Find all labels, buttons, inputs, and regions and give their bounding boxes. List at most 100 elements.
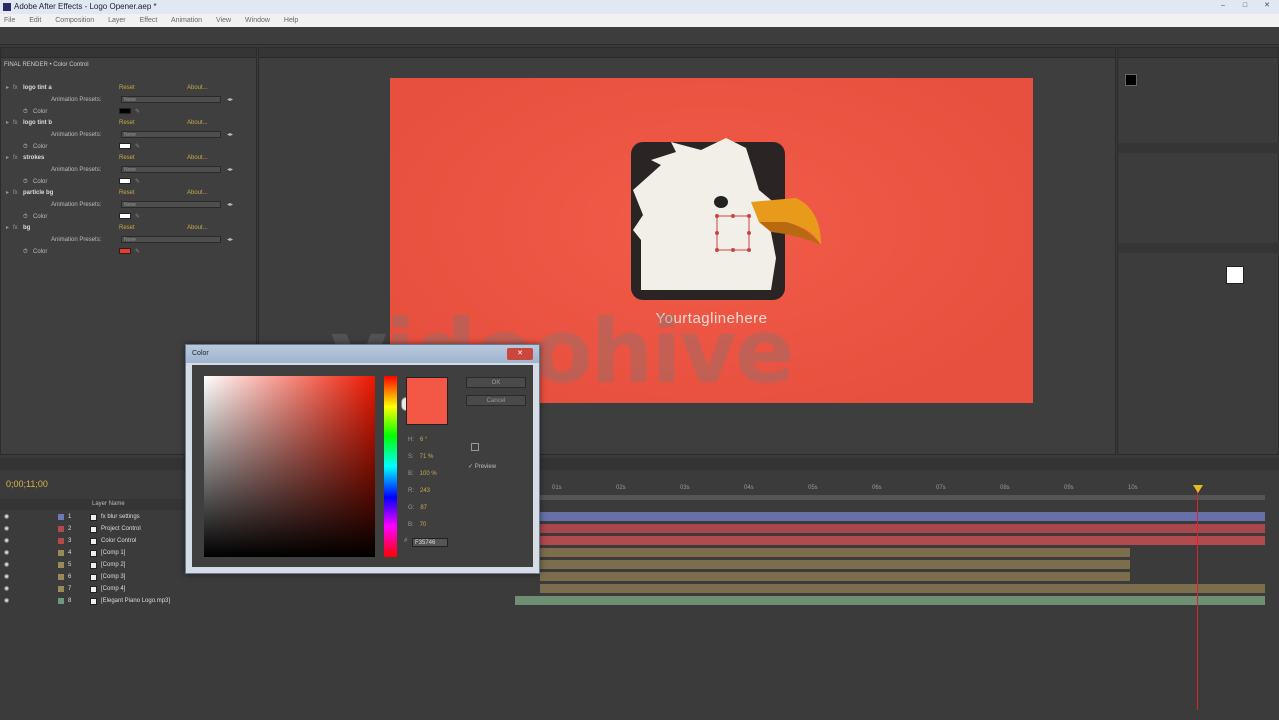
preset-nav-arrows-icon[interactable]: ◂▸ [227, 199, 233, 211]
effect-reset-link[interactable]: Reset [119, 117, 135, 129]
layer-label-color[interactable] [58, 598, 64, 604]
stopwatch-icon[interactable]: ⏱ [23, 246, 28, 258]
visibility-eye-icon[interactable]: ◉ [4, 523, 9, 535]
animation-presets-dropdown[interactable]: None [121, 166, 221, 173]
effect-about-link[interactable]: About... [187, 222, 208, 234]
close-button[interactable]: ✕ [1259, 1, 1275, 11]
preset-nav-arrows-icon[interactable]: ◂▸ [227, 234, 233, 246]
character-panel-header[interactable] [1118, 243, 1279, 253]
eyedropper-icon[interactable] [471, 443, 479, 451]
visibility-eye-icon[interactable]: ◉ [4, 583, 9, 595]
layer-label-color[interactable] [58, 562, 64, 568]
animation-presets-dropdown[interactable]: None [121, 201, 221, 208]
color-field-value[interactable]: 87 [420, 505, 427, 511]
effect-about-link[interactable]: About... [187, 152, 208, 164]
dialog-close-button[interactable]: ✕ [507, 348, 533, 360]
layer-name[interactable]: [Comp 2] [101, 559, 125, 571]
eyedropper-icon[interactable]: ✎ [135, 246, 140, 258]
effect-reset-link[interactable]: Reset [119, 187, 135, 199]
eagle-logo[interactable] [631, 138, 821, 300]
layer-label-color[interactable] [58, 550, 64, 556]
visibility-eye-icon[interactable]: ◉ [4, 535, 9, 547]
menu-view[interactable]: View [216, 17, 231, 24]
layer-label-color[interactable] [58, 514, 64, 520]
color-field-value[interactable]: 100 % [420, 471, 437, 477]
effect-reset-link[interactable]: Reset [119, 152, 135, 164]
menu-animation[interactable]: Animation [171, 17, 202, 24]
layer-name[interactable]: [Elegant Piano Logo.mp3] [101, 595, 170, 607]
expand-triangle-icon[interactable]: ▸ [6, 117, 9, 129]
character-fill-swatch[interactable] [1226, 266, 1244, 284]
fx-toggle-icon[interactable]: fx [13, 82, 18, 94]
animation-presets-dropdown[interactable]: None [121, 131, 221, 138]
layer-duration-bar[interactable] [540, 584, 1265, 593]
visibility-eye-icon[interactable]: ◉ [4, 547, 9, 559]
panel-tab-bar[interactable] [1, 48, 256, 58]
fx-toggle-icon[interactable]: fx [13, 117, 18, 129]
effect-about-link[interactable]: About... [187, 117, 208, 129]
menu-help[interactable]: Help [284, 17, 298, 24]
layer-duration-bar[interactable] [540, 536, 1265, 545]
timeline-layer-row[interactable]: ◉ 8 [Elegant Piano Logo.mp3] [0, 595, 490, 607]
color-value-field[interactable]: G: 87 [408, 505, 427, 511]
effect-about-link[interactable]: About... [187, 82, 208, 94]
composition-tab-bar[interactable] [259, 48, 1115, 58]
menu-layer[interactable]: Layer [108, 17, 126, 24]
menu-composition[interactable]: Composition [55, 17, 94, 24]
preset-nav-arrows-icon[interactable]: ◂▸ [227, 129, 233, 141]
saturation-brightness-field[interactable] [204, 376, 375, 557]
animation-presets-dropdown[interactable]: None [121, 236, 221, 243]
visibility-eye-icon[interactable]: ◉ [4, 571, 9, 583]
tools-toolbar[interactable] [0, 27, 1279, 45]
effect-header-row[interactable]: ▸ fx logo tint b Reset About... [1, 117, 256, 129]
layer-name[interactable]: [Comp 1] [101, 547, 125, 559]
color-value-field[interactable]: S: 71 % [408, 454, 433, 460]
fx-toggle-icon[interactable]: fx [13, 222, 18, 234]
menu-file[interactable]: File [4, 17, 15, 24]
layer-name[interactable]: Color Control [101, 535, 136, 547]
preset-nav-arrows-icon[interactable]: ◂▸ [227, 94, 233, 106]
ok-button[interactable]: OK [466, 377, 526, 388]
color-field-value[interactable]: 71 % [420, 454, 434, 460]
timeline-layer-row[interactable]: ◉ 7 [Comp 4] [0, 583, 490, 595]
animation-presets-dropdown[interactable]: None [121, 96, 221, 103]
visibility-eye-icon[interactable]: ◉ [4, 559, 9, 571]
layer-label-color[interactable] [58, 538, 64, 544]
color-field-value[interactable]: 243 [420, 488, 430, 494]
fill-color-swatch[interactable] [1125, 74, 1137, 86]
layer-duration-bar[interactable] [540, 548, 1130, 557]
color-value-field[interactable]: B: 100 % [408, 471, 437, 477]
visibility-eye-icon[interactable]: ◉ [4, 511, 9, 523]
color-field-value[interactable]: 6 ° [420, 437, 427, 443]
color-swatch[interactable] [119, 246, 131, 258]
work-area-bar[interactable] [540, 495, 1265, 500]
menu-effect[interactable]: Effect [140, 17, 158, 24]
layer-duration-bar[interactable] [515, 596, 1265, 605]
layer-name[interactable]: fx blur settings [101, 511, 140, 523]
fx-toggle-icon[interactable]: fx [13, 187, 18, 199]
effect-header-row[interactable]: ▸ fx strokes Reset About... [1, 152, 256, 164]
expand-triangle-icon[interactable]: ▸ [6, 222, 9, 234]
effect-about-link[interactable]: About... [187, 187, 208, 199]
menu-window[interactable]: Window [245, 17, 270, 24]
color-value-field[interactable]: B: 70 [408, 522, 426, 528]
effect-reset-link[interactable]: Reset [119, 222, 135, 234]
fx-toggle-icon[interactable]: fx [13, 152, 18, 164]
layer-label-color[interactable] [58, 574, 64, 580]
paragraph-panel-header[interactable] [1118, 143, 1279, 153]
visibility-eye-icon[interactable]: ◉ [4, 595, 9, 607]
preset-nav-arrows-icon[interactable]: ◂▸ [227, 164, 233, 176]
color-field-value[interactable]: 70 [420, 522, 427, 528]
minimize-button[interactable]: – [1215, 1, 1231, 11]
layer-duration-bar[interactable] [540, 560, 1130, 569]
preview-checkbox[interactable]: ✓ Preview [468, 463, 496, 470]
effect-header-row[interactable]: ▸ fx particle bg Reset About... [1, 187, 256, 199]
color-value-field[interactable]: R: 243 [408, 488, 430, 494]
menu-edit[interactable]: Edit [29, 17, 41, 24]
layer-duration-bar[interactable] [540, 512, 1265, 521]
hue-slider[interactable] [384, 376, 397, 557]
layer-duration-bar[interactable] [540, 572, 1130, 581]
layer-label-color[interactable] [58, 526, 64, 532]
maximize-button[interactable]: □ [1237, 1, 1253, 11]
expand-triangle-icon[interactable]: ▸ [6, 187, 9, 199]
